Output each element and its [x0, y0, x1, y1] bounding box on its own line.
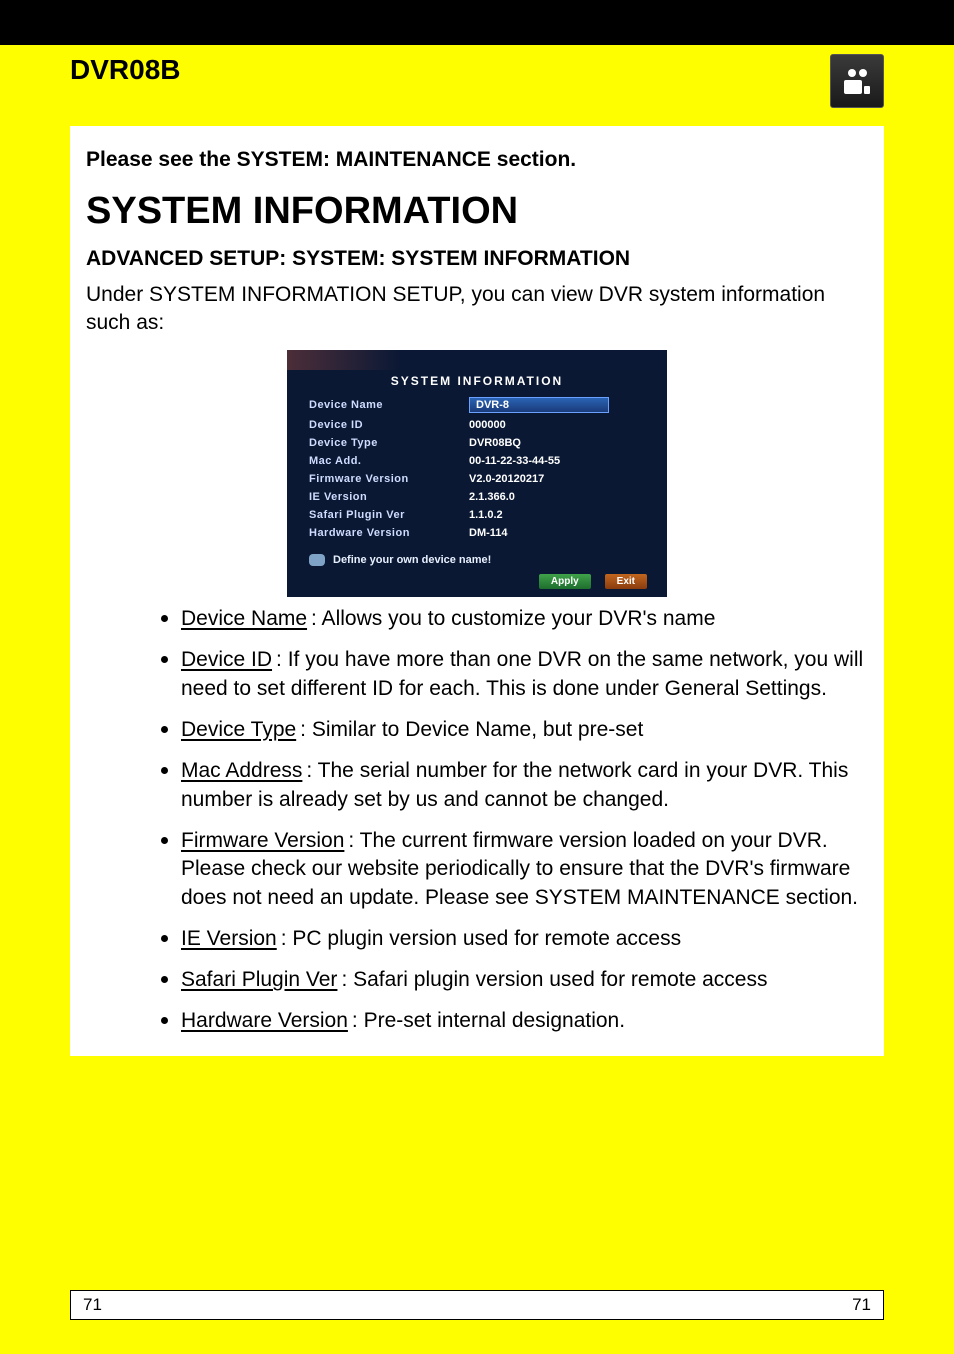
list-item-term: Firmware Version — [181, 829, 348, 852]
screenshot-top-edge — [287, 350, 667, 370]
screenshot-title: SYSTEM INFORMATION — [287, 370, 667, 394]
screenshot-row-label: Safari Plugin Ver — [309, 509, 439, 521]
list-item-text: : Safari plugin version used for remote … — [341, 968, 767, 991]
info-bullet-list: Device Name: Allows you to customize you… — [86, 603, 868, 1037]
screenshot-hint: Define your own device name! — [287, 542, 667, 572]
screenshot-row-label: Mac Add. — [309, 455, 439, 467]
list-item: Hardware Version: Pre-set internal desig… — [181, 1005, 868, 1036]
list-item: Safari Plugin Ver: Safari plugin version… — [181, 964, 868, 995]
list-item-text: : Similar to Device Name, but pre-set — [300, 718, 643, 741]
header-row: DVR08B — [70, 46, 884, 126]
screenshot-row: Safari Plugin Ver 1.1.0.2 — [287, 506, 667, 524]
embedded-screenshot-wrap: SYSTEM INFORMATION Device Name Device ID 0… — [86, 350, 868, 597]
screenshot-button-row: Apply Exit — [287, 572, 667, 589]
screenshot-row-value: 2.1.366.0 — [469, 491, 515, 503]
model-number: DVR08B — [70, 54, 180, 86]
page-number-left: 71 — [83, 1295, 102, 1315]
screenshot-row: Firmware Version V2.0-20120217 — [287, 470, 667, 488]
screenshot-row-value: DVR08BQ — [469, 437, 521, 449]
list-item: Device ID: If you have more than one DVR… — [181, 644, 868, 704]
list-item-term: Hardware Version — [181, 1009, 352, 1032]
page-body: DVR08B Please see the SYSTEM: MAINTENANC… — [70, 46, 884, 1086]
intro-paragraph: Under SYSTEM INFORMATION SETUP, you can … — [86, 281, 868, 338]
list-item-term: Mac Address — [181, 759, 306, 782]
screenshot-rows: Device Name Device ID 000000 Device Type DVR… — [287, 394, 667, 542]
list-item-term: Device ID — [181, 648, 276, 671]
screenshot-row-label: Device ID — [309, 419, 439, 431]
screenshot-row-value: 00-11-22-33-44-55 — [469, 455, 560, 467]
screenshot-row: Device ID 000000 — [287, 416, 667, 434]
screenshot-row: Mac Add. 00-11-22-33-44-55 — [287, 452, 667, 470]
apply-button[interactable]: Apply — [539, 574, 591, 589]
list-item: Device Name: Allows you to customize you… — [181, 603, 868, 634]
list-item-term: Device Name — [181, 607, 311, 630]
screenshot-row: Hardware Version DM-114 — [287, 524, 667, 542]
list-item-text: : Allows you to customize your DVR's nam… — [311, 607, 715, 630]
list-item: Device Type: Similar to Device Name, but… — [181, 714, 868, 745]
screenshot-row-value: 1.1.0.2 — [469, 509, 503, 521]
list-item-term: Device Type — [181, 718, 300, 741]
list-item-term: IE Version — [181, 927, 281, 950]
list-item-text: : PC plugin version used for remote acce… — [281, 927, 681, 950]
breadcrumb-heading: ADVANCED SETUP: SYSTEM: SYSTEM INFORMATI… — [86, 247, 868, 271]
top-black-bar — [0, 0, 954, 45]
page-number-right: 71 — [852, 1295, 871, 1315]
list-item-term: Safari Plugin Ver — [181, 968, 341, 991]
screenshot-row-label: Firmware Version — [309, 473, 439, 485]
screenshot-hint-text: Define your own device name! — [333, 554, 491, 566]
footer-bar: 71 71 — [70, 1290, 884, 1320]
brand-icon — [830, 54, 884, 108]
lead-sentence: Please see the SYSTEM: MAINTENANCE secti… — [86, 148, 868, 172]
system-info-screenshot: SYSTEM INFORMATION Device Name Device ID 0… — [287, 350, 667, 597]
list-item-text: : If you have more than one DVR on the s… — [181, 648, 863, 700]
list-item: IE Version: PC plugin version used for r… — [181, 923, 868, 954]
screenshot-row: IE Version 2.1.366.0 — [287, 488, 667, 506]
screenshot-row: Device Name — [287, 394, 667, 416]
screenshot-row-value: V2.0-20120217 — [469, 473, 544, 485]
screenshot-row-label: Device Type — [309, 437, 439, 449]
list-item-text: : Pre-set internal designation. — [352, 1009, 625, 1032]
footer: 71 71 — [0, 1260, 954, 1354]
device-name-input[interactable] — [469, 397, 609, 413]
screenshot-row: Device Type DVR08BQ — [287, 434, 667, 452]
list-item: Firmware Version: The current firmware v… — [181, 825, 868, 914]
brand-icon-body — [844, 80, 870, 94]
screenshot-row-label: Hardware Version — [309, 527, 439, 539]
speech-bubble-icon — [309, 554, 325, 566]
content-card: Please see the SYSTEM: MAINTENANCE secti… — [70, 126, 884, 1056]
screenshot-row-value: 000000 — [469, 419, 506, 431]
screenshot-row-value: DM-114 — [469, 527, 508, 539]
section-heading: SYSTEM INFORMATION — [86, 190, 868, 233]
screenshot-row-label: IE Version — [309, 491, 439, 503]
screenshot-row-label: Device Name — [309, 399, 439, 411]
exit-button[interactable]: Exit — [605, 574, 647, 589]
list-item: Mac Address: The serial number for the n… — [181, 755, 868, 815]
brand-icon-dots — [848, 69, 867, 77]
